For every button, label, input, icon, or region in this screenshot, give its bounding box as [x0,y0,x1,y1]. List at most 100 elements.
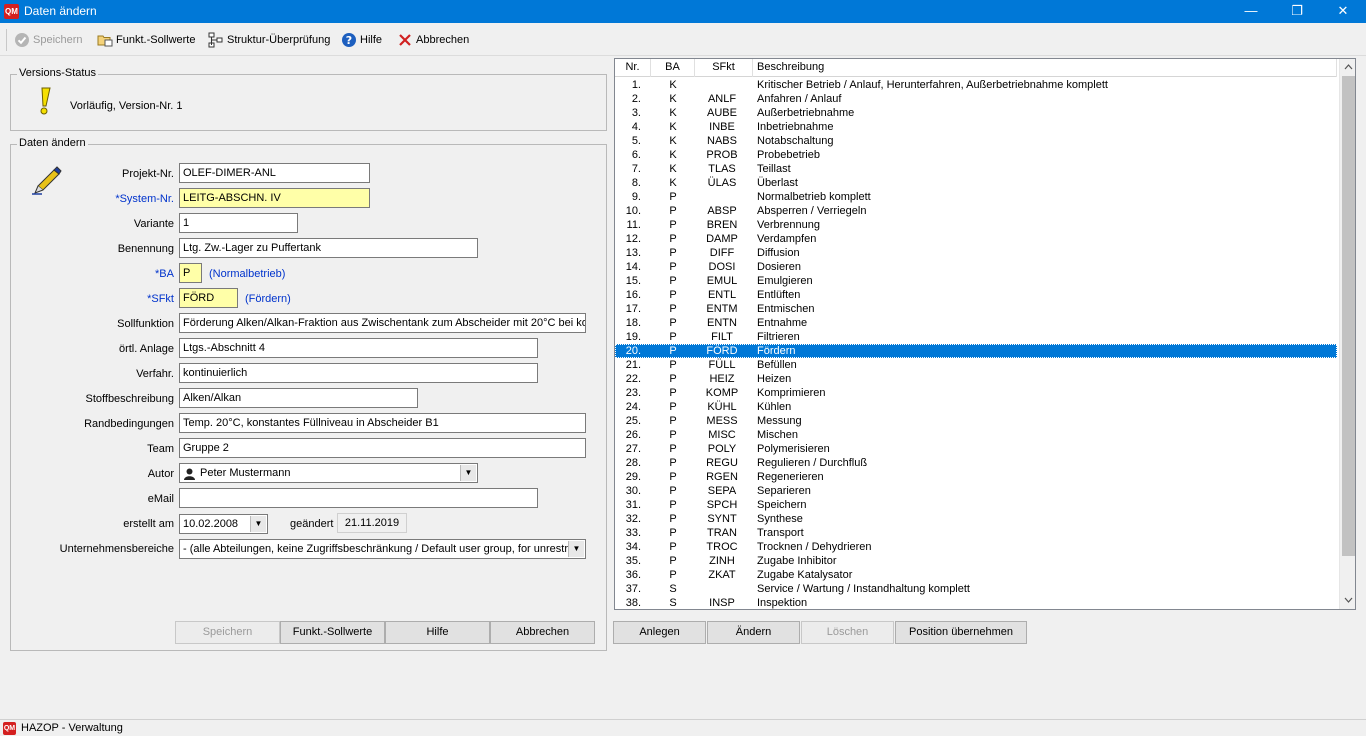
list-scrollbar[interactable] [1339,59,1355,609]
list-row[interactable]: 8. K ÜLAS Überlast [615,176,1337,190]
variante-label: Variante [133,218,174,230]
list-row[interactable]: 33. P TRAN Transport [615,526,1337,540]
chevron-down-icon[interactable]: ▼ [568,541,584,557]
list-row[interactable]: 23. P KOMP Komprimieren [615,386,1337,400]
row-description: Probebetrieb [757,149,820,161]
list-row[interactable]: 36. P ZKAT Zugabe Katalysator [615,568,1337,582]
list-row[interactable]: 35. P ZINH Zugabe Inhibitor [615,554,1337,568]
list-row[interactable]: 6. K PROB Probebetrieb [615,148,1337,162]
list-row[interactable]: 3. K AUBE Außerbetriebnahme [615,106,1337,120]
list-row[interactable]: 16. P ENTL Entlüften [615,288,1337,302]
list-row[interactable]: 27. P POLY Polymerisieren [615,442,1337,456]
list-row[interactable]: 14. P DOSI Dosieren [615,260,1337,274]
list-row[interactable]: 12. P DAMP Verdampfen [615,232,1337,246]
list-row[interactable]: 2. K ANLF Anfahren / Anlauf [615,92,1337,106]
scrollbar-thumb[interactable] [1342,76,1355,556]
row-description: Normalbetrieb komplett [757,191,871,203]
check-icon [15,33,29,47]
list-row[interactable]: 4. K INBE Inbetriebnahme [615,120,1337,134]
list-row[interactable]: 7. K TLAS Teillast [615,162,1337,176]
list-row[interactable]: 17. P ENTM Entmischen [615,302,1337,316]
exclamation-icon [40,87,51,115]
apply-position-button[interactable]: Position übernehmen [895,621,1027,644]
form-help-button[interactable]: Hilfe [385,621,490,644]
column-header-beschreibung[interactable]: Beschreibung [753,59,1337,77]
sollfunktion-field[interactable]: Förderung Alken/Alkan-Fraktion aus Zwisc… [179,313,586,333]
autor-dropdown[interactable]: Peter Mustermann ▼ [179,463,478,483]
edit-button[interactable]: Ändern [707,621,800,644]
restore-button[interactable]: ❐ [1274,0,1320,23]
oertl-anlage-field[interactable]: Ltgs.-Abschnitt 4 [179,338,538,358]
toolbar-cancel-button[interactable]: Abbrechen [397,31,469,49]
function-list[interactable]: Nr. BA SFkt Beschreibung 1. K Kritischer B… [614,58,1356,610]
toolbar-save-button[interactable]: Speichern [14,31,83,49]
list-row[interactable]: 31. P SPCH Speichern [615,498,1337,512]
form-save-button[interactable]: Speichern [175,621,280,644]
delete-button[interactable]: Löschen [801,621,894,644]
list-row[interactable]: 32. P SYNT Synthese [615,512,1337,526]
list-row[interactable]: 29. P RGEN Regenerieren [615,470,1337,484]
team-field[interactable]: Gruppe 2 [179,438,586,458]
list-row[interactable]: 10. P ABSP Absperren / Verriegeln [615,204,1337,218]
close-button[interactable]: ✕ [1320,0,1366,23]
create-button[interactable]: Anlegen [613,621,706,644]
list-row[interactable]: 38. S INSP Inspektion [615,596,1337,609]
status-text: HAZOP - Verwaltung [21,722,123,734]
list-row[interactable]: 24. P KÜHL Kühlen [615,400,1337,414]
list-row[interactable]: 22. P HEIZ Heizen [615,372,1337,386]
list-row[interactable]: 1. K Kritischer Betrieb / Anlauf, Herunter… [615,78,1337,92]
row-description: Außerbetriebnahme [757,107,855,119]
list-row[interactable]: 21. P FÜLL Befüllen [615,358,1337,372]
scroll-down-icon[interactable] [1344,597,1353,604]
list-row[interactable]: 28. P REGU Regulieren / Durchfluß [615,456,1337,470]
list-row[interactable]: 13. P DIFF Diffusion [615,246,1337,260]
toolbar-help-button[interactable]: ? Hilfe [341,31,382,49]
column-header-sfkt[interactable]: SFkt [695,59,753,77]
verfahr-field[interactable]: kontinuierlich [179,363,538,383]
chevron-down-icon[interactable]: ▼ [460,465,476,481]
list-row[interactable]: 37. S Service / Wartung / Instandhaltung k… [615,582,1337,596]
erstellt-am-datepicker[interactable]: 10.02.2008 ▼ [179,514,268,534]
edit-data-title: Daten ändern [17,137,88,149]
row-nr: 6. [631,149,641,161]
variante-field[interactable]: 1 [179,213,298,233]
toolbar-setpoints-button[interactable]: Funkt.-Sollwerte [97,31,195,49]
list-row[interactable]: 26. P MISC Mischen [615,428,1337,442]
ba-field[interactable]: P [179,263,202,283]
version-status-title: Versions-Status [17,67,99,79]
toolbar-structure-check-button[interactable]: Struktur-Überprüfung [208,31,330,49]
list-row[interactable]: 9. P Normalbetrieb komplett [615,190,1337,204]
list-row[interactable]: 19. P FILT Filtrieren [615,330,1337,344]
benennung-field[interactable]: Ltg. Zw.-Lager zu Puffertank [179,238,478,258]
unternehmensbereiche-dropdown[interactable]: - (alle Abteilungen, keine Zugriffsbesch… [179,539,586,559]
list-row[interactable]: 5. K NABS Notabschaltung [615,134,1337,148]
row-sfkt: ZINH [709,555,735,567]
list-row[interactable]: 25. P MESS Messung [615,414,1337,428]
email-field[interactable] [179,488,538,508]
system-nr-field[interactable]: LEITG-ABSCHN. IV [179,188,370,208]
list-row[interactable]: 20. P FÖRD Fördern [615,344,1337,358]
list-row[interactable]: 34. P TROC Trocknen / Dehydrieren [615,540,1337,554]
structure-icon [208,32,223,48]
projekt-nr-field[interactable]: OLEF-DIMER-ANL [179,163,370,183]
row-nr: 27. [625,443,641,455]
row-description: Teillast [757,163,791,175]
row-description: Synthese [757,513,803,525]
list-row[interactable]: 30. P SEPA Separieren [615,484,1337,498]
sfkt-field[interactable]: FÖRD [179,288,238,308]
form-setpoints-button[interactable]: Funkt.-Sollwerte [280,621,385,644]
row-ba: P [669,415,677,427]
minimize-button[interactable]: — [1228,0,1274,23]
column-header-nr[interactable]: Nr. [615,59,651,77]
list-row[interactable]: 11. P BREN Verbrennung [615,218,1337,232]
scroll-up-icon[interactable] [1344,63,1353,70]
randbedingungen-field[interactable]: Temp. 20°C, konstantes Füllniveau in Abs… [179,413,586,433]
list-row[interactable]: 18. P ENTN Entnahme [615,316,1337,330]
chevron-down-icon[interactable]: ▼ [250,516,266,532]
stoffbeschreibung-field[interactable]: Alken/Alkan [179,388,418,408]
row-sfkt: KOMP [705,387,739,399]
column-header-ba[interactable]: BA [651,59,695,77]
row-nr: 15. [625,275,641,287]
list-row[interactable]: 15. P EMUL Emulgieren [615,274,1337,288]
form-cancel-button[interactable]: Abbrechen [490,621,595,644]
